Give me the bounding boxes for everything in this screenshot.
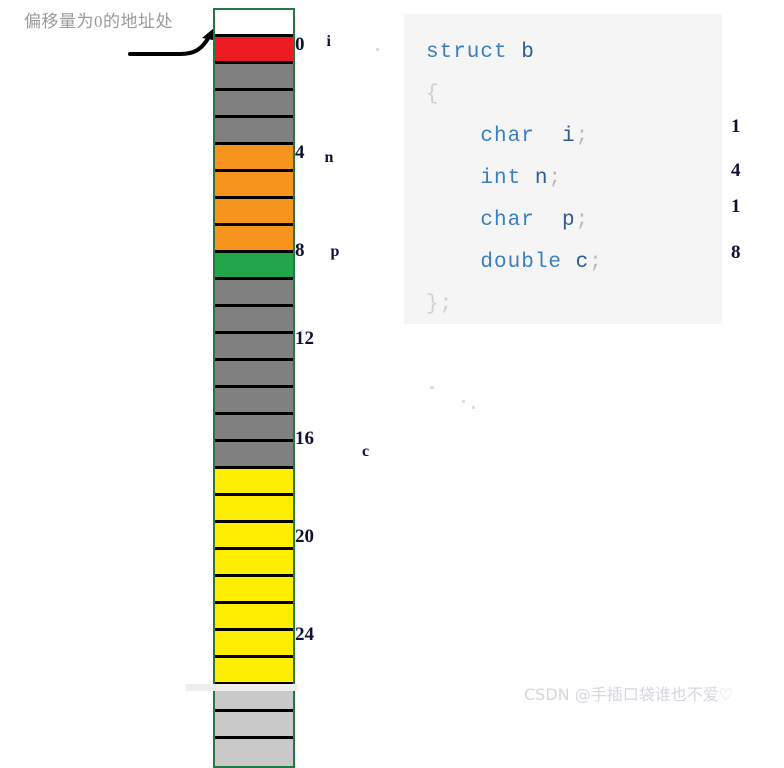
code-identifier: c (562, 251, 590, 274)
memory-cell-padding (215, 361, 293, 388)
code-keyword: char (480, 209, 535, 232)
offset-field-name-p: p (330, 243, 340, 260)
memory-cell-int_n (215, 145, 293, 172)
offset-field-name-c: c (362, 443, 370, 460)
speck-dot (430, 386, 434, 389)
offset-value: 20 (295, 526, 314, 547)
memory-layout-column (213, 8, 295, 768)
offset-value: 4 (295, 142, 305, 163)
code-identifier: b (507, 41, 535, 64)
code-punctuation: ; (548, 167, 563, 190)
code-punctuation: ; (589, 251, 603, 274)
code-line-5: char p; (426, 200, 722, 242)
csdn-watermark: CSDN @手插口袋谁也不爱♡ (524, 685, 734, 704)
code-identifier: n (521, 167, 549, 190)
member-size-1: 1 (731, 116, 741, 137)
offset-value: 0 (295, 34, 305, 55)
code-keyword: int (480, 167, 522, 190)
code-identifier: p (534, 209, 576, 232)
memory-cell-padding (215, 334, 293, 361)
offset-value: 8 (295, 240, 305, 261)
offset-marker-16: 16 c (295, 428, 369, 460)
memory-cell-tail (215, 712, 293, 739)
offset-ruler: 0 i 4 n 8 p 12 16c 20 24 (295, 8, 415, 688)
memory-cell-int_n (215, 199, 293, 226)
memory-cell-padding (215, 280, 293, 307)
memory-cell-blank (215, 10, 293, 37)
code-line-3: char i; (426, 116, 722, 158)
memory-cell-double_c (215, 604, 293, 631)
code-identifier: i (534, 125, 576, 148)
offset-marker-4: 4n (295, 142, 333, 166)
struct-definition-code-block: struct b { char i; int n; char p; double … (404, 14, 722, 324)
member-size-4: 8 (731, 242, 741, 263)
offset-field-name-i: i (326, 33, 331, 50)
offset-field-name-n: n (324, 149, 334, 166)
memory-cell-tail (215, 739, 293, 766)
code-line-4: int n; (426, 158, 722, 200)
memory-cell-char_p (215, 253, 293, 280)
speck-dot (462, 400, 465, 403)
offset-value: 12 (295, 328, 314, 349)
memory-cell-double_c (215, 658, 293, 685)
column-base-shadow (186, 684, 298, 691)
memory-cell-char_i (215, 37, 293, 64)
code-keyword: double (480, 251, 563, 274)
memory-cell-int_n (215, 172, 293, 199)
memory-cell-padding (215, 415, 293, 442)
memory-cell-padding (215, 91, 293, 118)
code-keyword: struct (426, 41, 508, 64)
memory-cell-double_c (215, 550, 293, 577)
code-line-6: double c; (426, 242, 722, 284)
code-punctuation: ; (575, 209, 590, 232)
memory-cell-double_c (215, 577, 293, 604)
offset-value: 16 (295, 428, 314, 449)
offset-marker-0: 0i (295, 33, 331, 56)
memory-cell-padding (215, 64, 293, 91)
memory-cell-double_c (215, 631, 293, 658)
memory-cell-double_c (215, 469, 293, 496)
offset-marker-8: 8p (295, 240, 339, 262)
memory-cell-double_c (215, 523, 293, 550)
code-keyword: char (480, 125, 535, 148)
offset-value: 24 (295, 624, 314, 645)
memory-cell-int_n (215, 226, 293, 253)
code-punctuation: }; (426, 293, 454, 316)
memory-cell-padding (215, 442, 293, 469)
offset-marker-12: 12 (295, 328, 314, 350)
memory-cell-padding (215, 118, 293, 145)
code-punctuation: ; (575, 125, 590, 148)
offset-marker-24: 24 (295, 624, 314, 646)
memory-cell-padding (215, 388, 293, 415)
member-size-annotations: 1 4 1 8 (731, 14, 771, 324)
memory-cell-double_c (215, 496, 293, 523)
code-line-7: }; (426, 284, 722, 326)
memory-cell-padding (215, 307, 293, 334)
speck-dot (376, 48, 379, 51)
member-size-2: 4 (731, 160, 741, 181)
code-line-1: struct b (426, 32, 722, 74)
code-punctuation: { (426, 83, 440, 106)
curved-arrow-icon (128, 28, 214, 56)
member-size-3: 1 (731, 196, 741, 217)
offset-marker-20: 20 (295, 526, 314, 548)
speck-dot (472, 406, 475, 409)
code-line-2: { (426, 74, 722, 116)
